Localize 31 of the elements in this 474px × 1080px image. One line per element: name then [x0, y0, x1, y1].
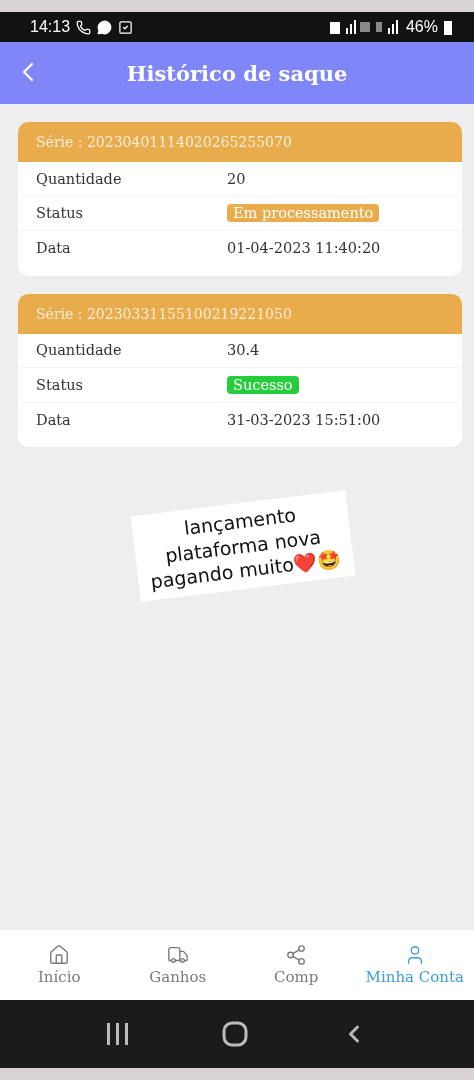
field-label: Data [36, 240, 72, 257]
field-label: Quantidade [36, 170, 123, 187]
battery-percent: 46% [405, 18, 438, 36]
field-value: 31-03-2023 15:51:00 [227, 411, 381, 428]
caption-sticker: lançamento plataforma nova pagando muito❤🤩 [130, 490, 356, 602]
field-label: Status [36, 376, 84, 393]
field-value: 01-04-2023 11:40:20 [227, 240, 381, 257]
page-title: Histórico de saque [126, 60, 348, 86]
field-label: Status [36, 205, 84, 222]
nav-tab[interactable]: Comp [237, 944, 356, 986]
message-icon [97, 19, 113, 35]
status-badge: Sucesso [227, 375, 299, 394]
battery-icon [444, 19, 452, 35]
nav-tab[interactable]: Minha Conta [355, 944, 474, 986]
status-time: 14:13 [30, 18, 71, 36]
nav-tab[interactable]: Ganhos [118, 944, 237, 986]
field-label: Data [36, 411, 72, 428]
status-badge: Em processamento [227, 204, 380, 223]
share-icon [285, 944, 308, 966]
field-value: 30.4 [227, 342, 260, 359]
home-icon [48, 944, 71, 966]
field-value: 20 [227, 170, 246, 187]
serial-number: Série : 20230331155100219221050 [18, 293, 462, 334]
truck-icon [166, 944, 189, 966]
serial-number: Série : 20230401114020265255070 [18, 122, 462, 162]
check-icon [118, 19, 134, 35]
signal-icon [329, 20, 400, 34]
recent-apps-button[interactable] [106, 1023, 130, 1045]
home-button[interactable] [222, 1021, 248, 1047]
field-label: Quantidade [36, 342, 123, 359]
nav-tab[interactable]: Início [0, 944, 119, 986]
